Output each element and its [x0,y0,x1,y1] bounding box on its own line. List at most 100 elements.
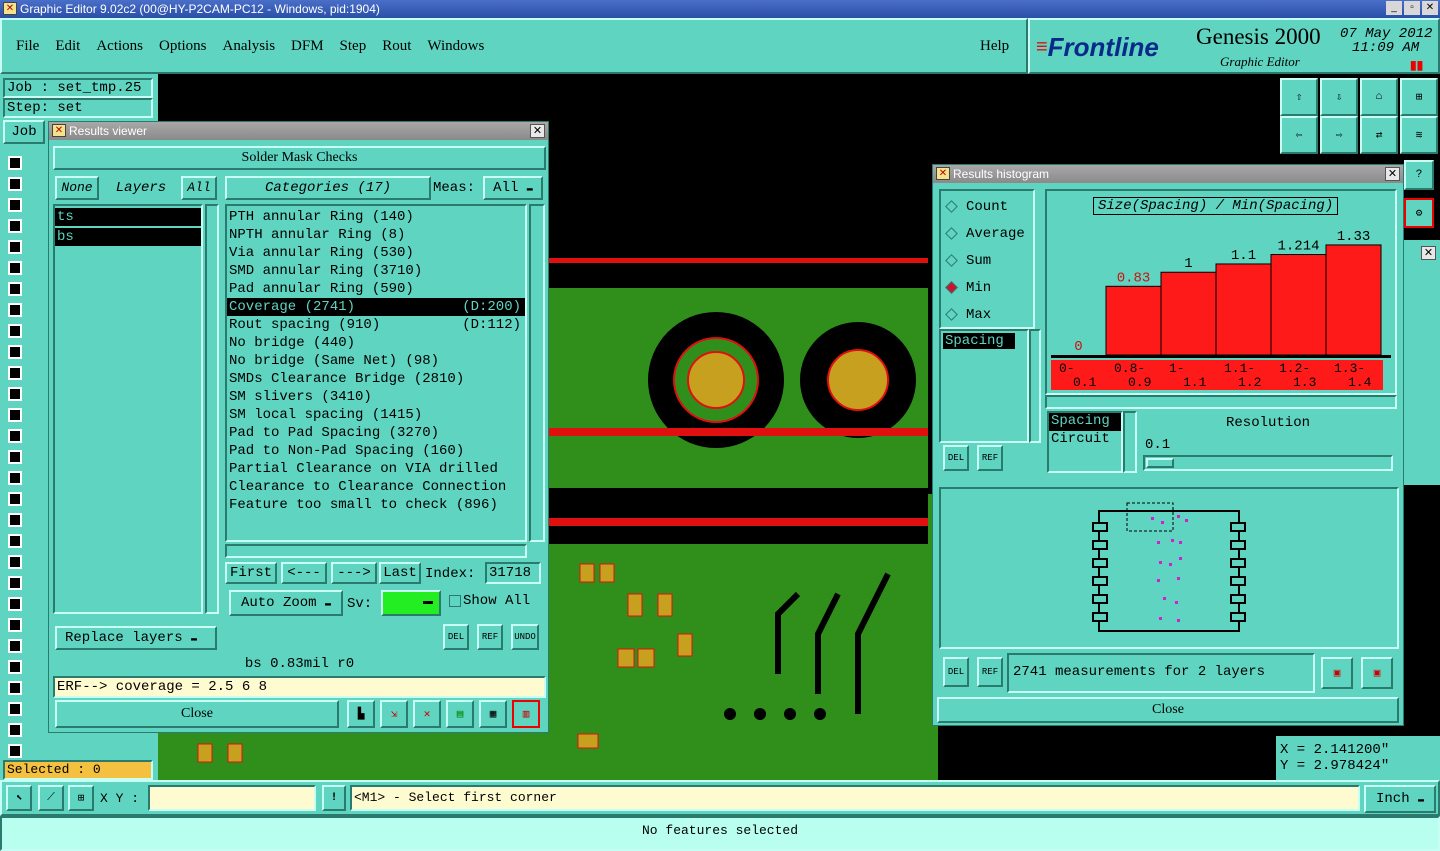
checkbox-icon[interactable] [8,260,22,275]
category-item[interactable]: Pad to Pad Spacing (3270) [227,424,525,442]
menu-rout[interactable]: Rout [382,38,411,55]
index-input[interactable]: 31718 [485,562,541,584]
viewer-close-button[interactable]: Close [55,700,339,728]
checkbox-icon[interactable] [8,638,22,653]
swap-icon[interactable]: ⇄ [1360,116,1398,154]
delete-icon[interactable]: DEL [943,657,969,687]
layer-item[interactable]: ts [55,208,201,226]
checkbox-icon[interactable] [8,407,22,422]
category-item[interactable]: NPTH annular Ring (8) [227,226,525,244]
layer-row[interactable] [6,173,50,194]
grid-icon[interactable]: ⊞ [68,785,94,811]
flow-icon[interactable]: ≋ [1400,116,1438,154]
xy-input[interactable] [148,785,316,811]
house-icon[interactable]: ⌂ [1360,78,1398,116]
layer-row[interactable] [6,740,50,761]
down-icon[interactable]: ⇩ [1320,78,1358,116]
menu-actions[interactable]: Actions [96,38,143,55]
series-list[interactable]: Spacing [939,329,1029,443]
layer-row[interactable] [6,425,50,446]
layer-row[interactable] [6,194,50,215]
layer-row[interactable] [6,614,50,635]
category-item[interactable]: SMD annular Ring (3710) [227,262,525,280]
sv-color-select[interactable]: ▬ [381,590,441,616]
layer-row[interactable] [6,467,50,488]
layer-row[interactable] [6,656,50,677]
layer-row[interactable] [6,572,50,593]
refresh-icon[interactable]: REF [977,657,1003,687]
delete-icon[interactable]: DEL [443,624,469,650]
maximize-button[interactable]: ▫ [1404,1,1420,15]
last-button[interactable]: Last [379,562,421,584]
checkbox-icon[interactable] [8,449,22,464]
layer-row[interactable] [6,236,50,257]
tool-icon[interactable]: ⚙ [1404,198,1434,228]
layer-row[interactable] [6,488,50,509]
left-arrow-icon[interactable]: ⇦ [1280,116,1318,154]
layer-row[interactable] [6,509,50,530]
layer-row[interactable] [6,719,50,740]
checkbox-icon[interactable] [8,470,22,485]
checkbox-icon[interactable] [8,386,22,401]
mode-min[interactable]: Min [941,274,1033,301]
checkbox-icon[interactable] [8,617,22,632]
menu-dfm[interactable]: DFM [291,38,324,55]
checkbox-icon[interactable] [8,512,22,527]
histogram-bar[interactable] [1270,254,1327,356]
category-item[interactable]: Partial Clearance on VIA drilled [227,460,525,478]
layer-item[interactable]: bs [55,228,201,246]
checkbox-icon[interactable] [8,344,22,359]
layer-row[interactable] [6,404,50,425]
checkbox-icon[interactable] [8,365,22,380]
menu-edit[interactable]: Edit [55,38,80,55]
menu-options[interactable]: Options [159,38,207,55]
menu-analysis[interactable]: Analysis [223,38,276,55]
checkbox-icon[interactable] [8,323,22,338]
layer-row[interactable] [6,362,50,383]
all-layers-button[interactable]: All [181,176,217,200]
category-item[interactable]: No bridge (440) [227,334,525,352]
category-item[interactable]: PTH annular Ring (140) [227,208,525,226]
close-icon[interactable]: ✕ [1385,167,1400,181]
type-scrollbar[interactable] [1123,411,1137,473]
alert-icon[interactable]: ! [322,785,346,811]
category-item[interactable]: Feature too small to check (896) [227,496,525,514]
category-item[interactable]: Pad annular Ring (590) [227,280,525,298]
unit-select[interactable]: Inch ▬ [1364,785,1436,813]
mode-count[interactable]: Count [941,193,1033,220]
categories-list[interactable]: PTH annular Ring (140) NPTH annular Ring … [225,204,527,542]
categories-hscrollbar[interactable] [225,544,527,558]
type-item[interactable]: Circuit [1049,431,1121,449]
zoom-icon[interactable]: ▣ [1361,657,1393,689]
layer-row[interactable] [6,593,50,614]
series-scrollbar[interactable] [1029,329,1041,443]
view-icon[interactable]: ▣ [1321,657,1353,689]
histogram-close-button[interactable]: Close [937,697,1399,723]
meas-select[interactable]: All ▬ [483,176,543,200]
minimize-button[interactable]: _ [1386,1,1402,15]
cancel-icon[interactable]: ✕ [413,700,441,728]
show-all-checkbox[interactable] [449,595,461,607]
refresh-icon[interactable]: REF [477,624,503,650]
checkbox-icon[interactable] [8,722,22,737]
close-icon[interactable]: ✕ [530,124,545,138]
resolution-slider[interactable] [1143,455,1393,471]
checkbox-icon[interactable] [8,155,22,170]
category-item[interactable]: No bridge (Same Net) (98) [227,352,525,370]
pointer-icon[interactable]: ⬉ [6,785,32,811]
measure-icon[interactable]: ⟋ [38,785,64,811]
histogram-bar[interactable] [1325,244,1382,356]
checkbox-icon[interactable] [8,491,22,506]
checkbox-icon[interactable] [8,659,22,674]
table-icon[interactable]: ▙ [347,700,375,728]
right-arrow-icon[interactable]: ⇨ [1320,116,1358,154]
histogram-icon[interactable]: ▥ [512,700,540,728]
menu-step[interactable]: Step [340,38,367,55]
delete-icon[interactable]: DEL [943,445,969,471]
layer-row[interactable] [6,530,50,551]
mode-average[interactable]: Average [941,220,1033,247]
report-icon[interactable]: ▦ [479,700,507,728]
category-item[interactable]: SMDs Clearance Bridge (2810) [227,370,525,388]
layers-list[interactable]: ts bs [53,204,203,614]
category-item[interactable]: SM local spacing (1415) [227,406,525,424]
